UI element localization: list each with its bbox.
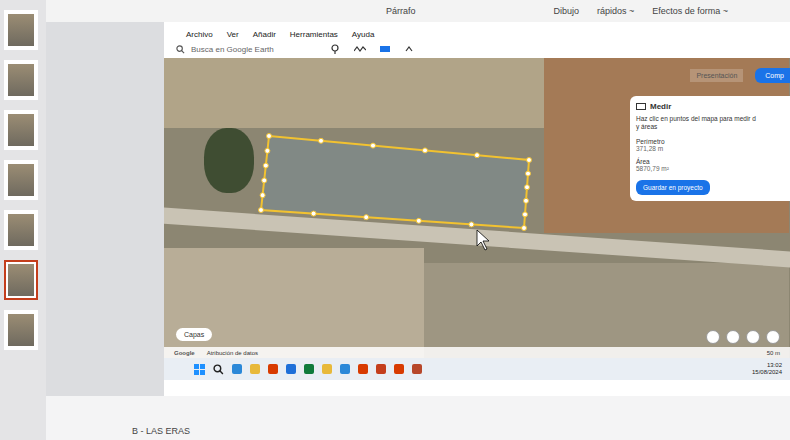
menu-item[interactable]: Archivo	[186, 30, 213, 39]
search-icon	[176, 45, 185, 54]
view-icon[interactable]	[726, 330, 740, 344]
slide-thumbnail[interactable]	[4, 210, 38, 250]
ribbon-label[interactable]: Dibujo	[554, 6, 580, 16]
area-label: Área	[636, 158, 784, 165]
app-icon[interactable]	[232, 364, 242, 374]
menu-item[interactable]: Añadir	[253, 30, 276, 39]
share-button[interactable]: Comp	[755, 68, 790, 83]
slide-image	[8, 164, 34, 196]
area-value: 5870,79 m²	[636, 165, 784, 172]
app-icon[interactable]	[376, 364, 386, 374]
slide-image	[8, 314, 34, 346]
google-logo: Google	[174, 350, 195, 356]
slide-thumbnail[interactable]	[4, 60, 38, 100]
document-area: Archivo Ver Añadir Herramientas Ayuda Busca …	[46, 22, 790, 396]
compass-icon[interactable]	[706, 330, 720, 344]
slide-image	[8, 264, 34, 296]
perimeter-value: 371,28 m	[636, 145, 784, 152]
map-controls	[706, 330, 780, 344]
scale-label: 50 m	[767, 350, 780, 356]
ribbon-label[interactable]: Efectos de forma ~	[652, 6, 728, 16]
path-icon[interactable]	[354, 44, 366, 54]
menu-bar: Archivo Ver Añadir Herramientas Ayuda	[164, 22, 790, 42]
ruler-icon	[636, 103, 646, 110]
slide-thumbnail[interactable]	[4, 310, 38, 350]
map-footer: Google Atribución de datos 50 m	[164, 347, 790, 358]
clock[interactable]: 13:02 15/08/2024	[752, 362, 782, 376]
pin-icon[interactable]	[330, 44, 340, 54]
search-icon[interactable]	[213, 364, 224, 375]
slide-thumbnail[interactable]	[4, 10, 38, 50]
search-row: Busca en Google Earth	[164, 42, 790, 58]
google-earth-window: Archivo Ver Añadir Herramientas Ayuda Busca …	[164, 22, 790, 396]
document-gutter	[46, 22, 164, 396]
app-icon[interactable]	[412, 364, 422, 374]
app-icon[interactable]	[250, 364, 260, 374]
measure-hint: y áreas	[636, 123, 784, 131]
slide-image	[8, 214, 34, 246]
menu-item[interactable]: Ayuda	[352, 30, 375, 39]
menu-item[interactable]: Herramientas	[290, 30, 338, 39]
zoom-out-icon[interactable]	[766, 330, 780, 344]
map[interactable]: Presentación Comp Medir Haz clic en punt…	[164, 58, 790, 358]
ribbon-label[interactable]: rápidos ~	[597, 6, 634, 16]
menu-item[interactable]: Ver	[227, 30, 239, 39]
taskbar: 13:02 15/08/2024	[164, 358, 790, 380]
trees	[204, 128, 254, 193]
search-field[interactable]: Busca en Google Earth	[176, 45, 316, 54]
windows-icon[interactable]	[194, 364, 205, 375]
measure-title: Medir	[636, 102, 784, 111]
zoom-in-icon[interactable]	[746, 330, 760, 344]
attribution-link[interactable]: Atribución de datos	[207, 350, 258, 356]
slide-image	[8, 14, 34, 46]
field	[164, 248, 424, 358]
presentation-button[interactable]: Presentación	[690, 69, 743, 82]
app-icon[interactable]	[304, 364, 314, 374]
layers-button[interactable]: Capas	[176, 328, 212, 341]
field	[164, 58, 564, 128]
screen: Párrafo Dibujo rápidos ~ Efectos de forma ~…	[0, 0, 790, 440]
slide-thumbnail[interactable]	[4, 260, 38, 300]
app-icon[interactable]	[340, 364, 350, 374]
ribbon-label[interactable]: Párrafo	[386, 6, 416, 16]
app-icon[interactable]	[268, 364, 278, 374]
slide-thumbnail[interactable]	[4, 110, 38, 150]
app-icon[interactable]	[394, 364, 404, 374]
perimeter-label: Perímetro	[636, 138, 784, 145]
document-footer: B - LAS ERAS	[46, 396, 790, 440]
app-icon[interactable]	[322, 364, 332, 374]
slide-thumbnail[interactable]	[4, 160, 38, 200]
word-area: Párrafo Dibujo rápidos ~ Efectos de forma ~…	[46, 0, 790, 440]
app-icon[interactable]	[286, 364, 296, 374]
slide-image	[8, 64, 34, 96]
measure-panel: Medir Haz clic en puntos del mapa para m…	[630, 96, 790, 201]
top-buttons: Presentación Comp	[690, 68, 790, 83]
ruler-icon[interactable]	[380, 44, 390, 54]
slide-image	[8, 114, 34, 146]
slide-title: B - LAS ERAS	[132, 426, 190, 436]
app-icon[interactable]	[358, 364, 368, 374]
save-button[interactable]: Guardar en proyecto	[636, 180, 710, 195]
chevron-up-icon[interactable]	[404, 44, 414, 54]
ribbon: Párrafo Dibujo rápidos ~ Efectos de forma ~	[46, 0, 790, 22]
measure-hint: Haz clic en puntos del mapa para medir d	[636, 115, 784, 123]
slide-strip	[0, 0, 46, 440]
